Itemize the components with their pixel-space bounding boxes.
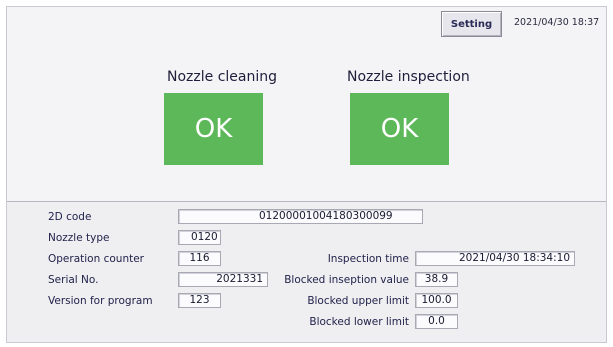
nozzle-cleaning-label: Nozzle cleaning	[167, 69, 277, 85]
setting-button[interactable]: Setting	[441, 11, 502, 37]
info-panel: 2D code 01200001004180300099 Nozzle type…	[7, 202, 606, 342]
blocked-value-field: 38.9	[415, 272, 458, 287]
operation-counter-label: Operation counter	[48, 253, 144, 265]
main-screen: Setting 2021/04/30 18:37 Nozzle cleaning…	[6, 6, 607, 343]
code-2d-field: 01200001004180300099	[178, 209, 423, 224]
nozzle-type-field: 0120	[178, 230, 221, 245]
current-datetime: 2021/04/30 18:37	[514, 17, 600, 28]
nozzle-cleaning-result: OK	[164, 93, 263, 165]
nozzle-inspection-result: OK	[350, 93, 449, 165]
nozzle-inspection-label: Nozzle inspection	[347, 69, 470, 85]
serial-no-field: 2021331	[178, 272, 268, 287]
inspection-time-label: Inspection time	[327, 253, 409, 265]
blocked-value-label: Blocked inseption value	[284, 274, 409, 286]
version-field: 123	[178, 293, 221, 308]
blocked-upper-label: Blocked upper limit	[307, 295, 409, 307]
version-label: Version for program	[48, 295, 153, 307]
serial-no-label: Serial No.	[48, 274, 99, 286]
code-2d-label: 2D code	[48, 211, 92, 223]
blocked-upper-field: 100.0	[415, 293, 458, 308]
blocked-lower-field: 0.0	[415, 314, 458, 329]
operation-counter-field: 116	[178, 251, 221, 266]
blocked-lower-label: Blocked lower limit	[309, 316, 409, 328]
nozzle-type-label: Nozzle type	[48, 232, 110, 244]
inspection-time-field: 2021/04/30 18:34:10	[415, 251, 575, 266]
